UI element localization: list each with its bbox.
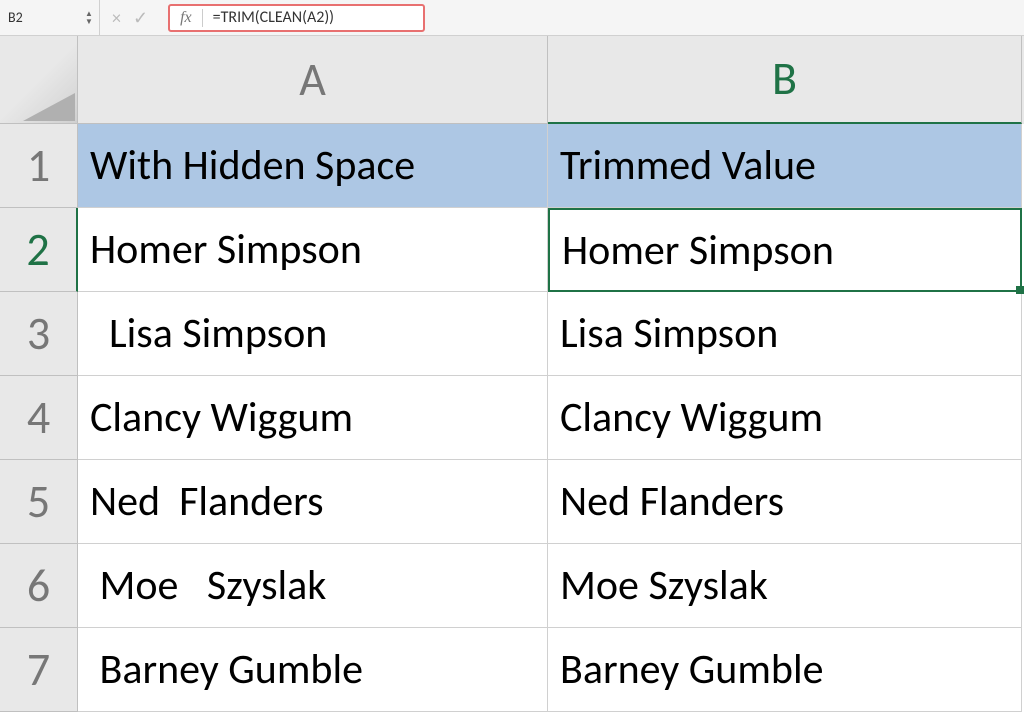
- table-row: 7 Barney Gumble Barney Gumble: [0, 628, 1024, 712]
- row-header-2[interactable]: 2: [0, 208, 78, 292]
- cell-a2[interactable]: Homer Simpson: [78, 208, 548, 292]
- cell-a5[interactable]: Ned Flanders: [78, 460, 548, 544]
- select-all-triangle-icon: [23, 93, 75, 121]
- cell-a3[interactable]: Lisa Simpson: [78, 292, 548, 376]
- formula-bar: B2 ▲ ▼ × ✓ fx: [0, 0, 1024, 36]
- confirm-icon[interactable]: ✓: [133, 7, 148, 29]
- cell-a7[interactable]: Barney Gumble: [78, 628, 548, 712]
- name-box-spinner: ▲ ▼: [83, 10, 95, 26]
- cancel-icon[interactable]: ×: [112, 7, 121, 29]
- table-row: 2 Homer Simpson Homer Simpson: [0, 208, 1024, 292]
- column-header-a[interactable]: A: [78, 36, 548, 124]
- fx-section: fx: [168, 4, 425, 32]
- cell-b6[interactable]: Moe Szyslak: [548, 544, 1022, 628]
- table-row: 5 Ned Flanders Ned Flanders: [0, 460, 1024, 544]
- formula-buttons: × ✓: [100, 7, 160, 29]
- fx-icon[interactable]: fx: [180, 9, 203, 27]
- cell-b1[interactable]: Trimmed Value: [548, 124, 1022, 208]
- table-row: 3 Lisa Simpson Lisa Simpson: [0, 292, 1024, 376]
- row-header-1[interactable]: 1: [0, 124, 78, 208]
- cell-b4[interactable]: Clancy Wiggum: [548, 376, 1022, 460]
- row-header-3[interactable]: 3: [0, 292, 78, 376]
- table-row: 1 With Hidden Space Trimmed Value: [0, 124, 1024, 208]
- formula-input[interactable]: [213, 8, 413, 27]
- table-row: 4 Clancy Wiggum Clancy Wiggum: [0, 376, 1024, 460]
- column-headers: A B: [0, 36, 1024, 124]
- table-row: 6 Moe Szyslak Moe Szyslak: [0, 544, 1024, 628]
- row-header-7[interactable]: 7: [0, 628, 78, 712]
- cell-b3[interactable]: Lisa Simpson: [548, 292, 1022, 376]
- row-header-6[interactable]: 6: [0, 544, 78, 628]
- select-all-corner[interactable]: [0, 36, 78, 124]
- name-box[interactable]: B2 ▲ ▼: [0, 0, 100, 35]
- name-box-value: B2: [8, 9, 23, 26]
- spreadsheet-grid: A B 1 With Hidden Space Trimmed Value 2 …: [0, 36, 1024, 712]
- cell-b7[interactable]: Barney Gumble: [548, 628, 1022, 712]
- data-rows: 1 With Hidden Space Trimmed Value 2 Home…: [0, 124, 1024, 712]
- cell-b2[interactable]: Homer Simpson: [548, 208, 1022, 292]
- cell-a6[interactable]: Moe Szyslak: [78, 544, 548, 628]
- column-header-b[interactable]: B: [548, 36, 1022, 124]
- row-header-5[interactable]: 5: [0, 460, 78, 544]
- cell-a1[interactable]: With Hidden Space: [78, 124, 548, 208]
- spinner-down-icon[interactable]: ▼: [83, 18, 95, 26]
- cell-a4[interactable]: Clancy Wiggum: [78, 376, 548, 460]
- cell-b5[interactable]: Ned Flanders: [548, 460, 1022, 544]
- row-header-4[interactable]: 4: [0, 376, 78, 460]
